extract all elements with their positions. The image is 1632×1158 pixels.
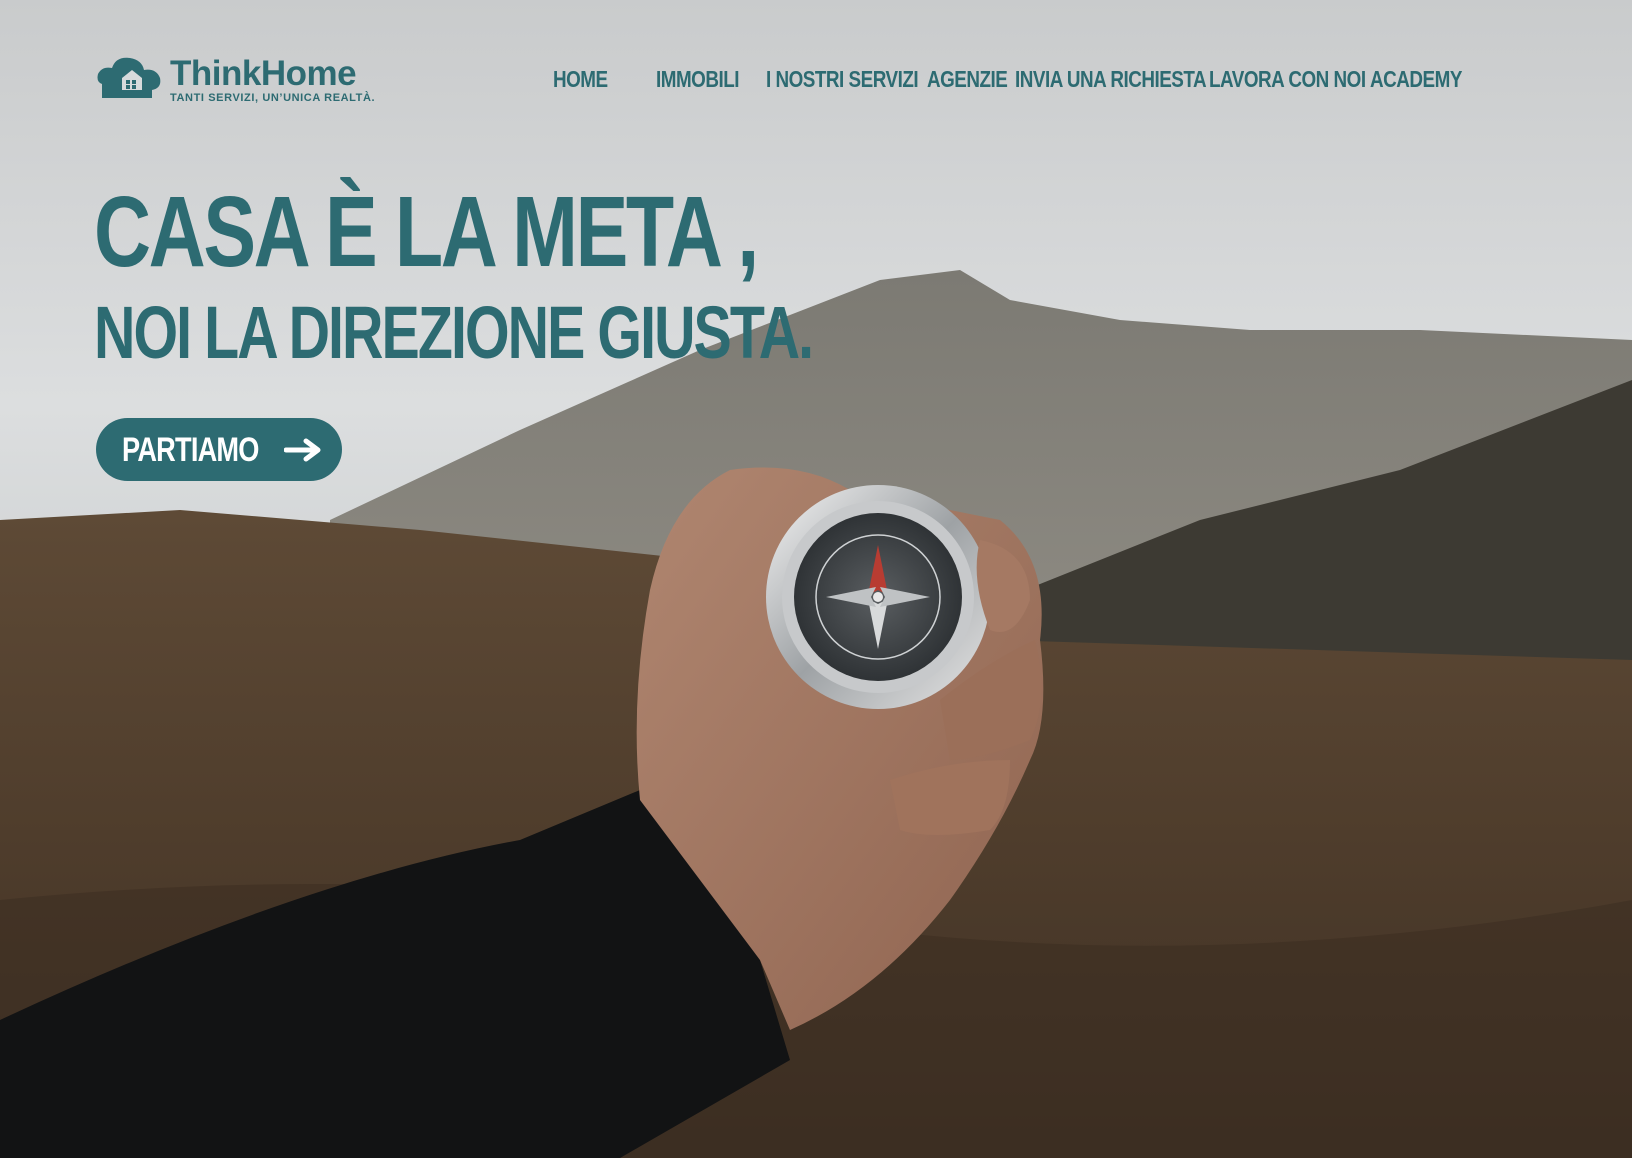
hero-section xyxy=(0,0,1632,1158)
main-nav: HOME IMMOBILI I NOSTRI SERVIZI AGENZIE I… xyxy=(0,62,1632,98)
nav-item-invia-richiesta[interactable]: INVIA UNA RICHIESTA xyxy=(1015,62,1207,96)
nav-item-immobili[interactable]: IMMOBILI xyxy=(656,62,740,96)
nav-item-servizi[interactable]: I NOSTRI SERVIZI xyxy=(766,62,919,96)
hand-holding-compass-photo xyxy=(0,0,1632,1158)
partiamo-button[interactable]: PARTIAMO xyxy=(96,418,342,481)
nav-item-lavora-con-noi[interactable]: LAVORA CON NOI xyxy=(1209,62,1366,96)
hero-subheadline: NOI LA DIREZIONE GIUSTA. xyxy=(94,291,814,374)
site-header: ThinkHome TANTI SERVIZI, UN’UNICA REALTÀ… xyxy=(0,0,1632,150)
arrow-right-icon xyxy=(284,438,321,462)
partiamo-button-label: PARTIAMO xyxy=(122,431,259,469)
nav-item-academy[interactable]: ACADEMY xyxy=(1370,62,1462,96)
nav-item-agenzie[interactable]: AGENZIE xyxy=(927,62,1008,96)
nav-item-home[interactable]: HOME xyxy=(553,62,608,96)
hero-headline: CASA È LA META , xyxy=(94,176,759,288)
